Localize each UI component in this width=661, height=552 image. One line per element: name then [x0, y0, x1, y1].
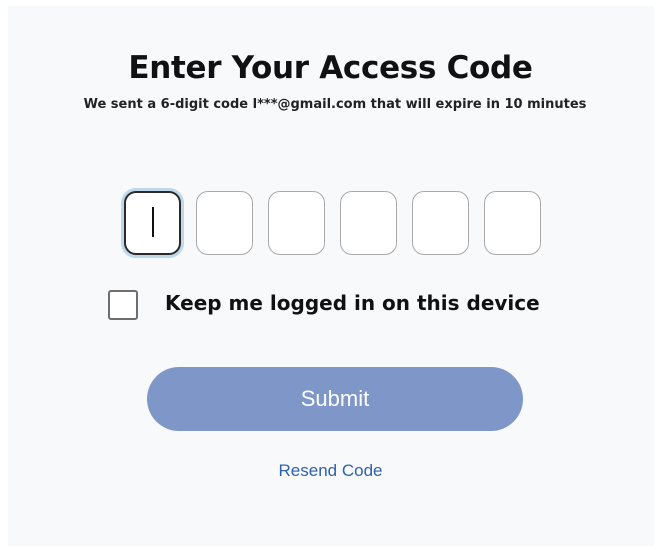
page-subtitle: We sent a 6-digit code l***@gmail.com th… — [83, 97, 587, 112]
code-digit-4[interactable] — [340, 191, 397, 255]
remember-device-checkbox[interactable] — [108, 290, 138, 320]
code-digit-6[interactable] — [484, 191, 541, 255]
page: Enter Your Access Code We sent a 6-digit… — [0, 0, 661, 552]
code-digit-2[interactable] — [196, 191, 253, 255]
code-digit-3[interactable] — [268, 191, 325, 255]
submit-button[interactable]: Submit — [147, 367, 523, 431]
code-digit-5[interactable] — [412, 191, 469, 255]
remember-device-label[interactable]: Keep me logged in on this device — [165, 291, 540, 315]
text-caret — [152, 207, 154, 237]
resend-code-link[interactable]: Resend Code — [0, 461, 661, 481]
page-title: Enter Your Access Code — [128, 50, 533, 86]
